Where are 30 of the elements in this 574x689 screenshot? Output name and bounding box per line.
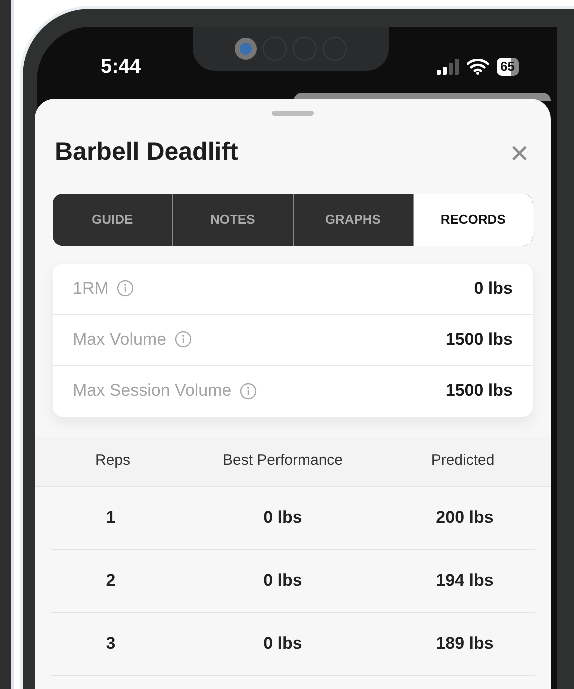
signal-icon	[436, 59, 459, 75]
close-button[interactable]: ×	[506, 136, 533, 169]
table-cell: 3	[106, 634, 116, 652]
column-header: Reps	[95, 452, 131, 469]
drag-handle[interactable]	[272, 111, 314, 116]
stat-value: 1500 lbs	[446, 380, 513, 402]
column-header: Predicted	[431, 452, 495, 469]
table-cell: 200 lbs	[436, 508, 494, 526]
stat-label: Max Volume	[73, 328, 167, 351]
info-icon[interactable]	[174, 331, 192, 348]
stat-value: 0 lbs	[474, 278, 513, 300]
tab[interactable]: RECORDS	[414, 194, 533, 246]
battery-indicator: 65	[496, 58, 519, 76]
stat-value: 1500 lbs	[446, 328, 513, 351]
stat-label: Max Session Volume	[73, 380, 232, 402]
clock-time: 5:44	[101, 55, 142, 80]
info-icon[interactable]	[116, 280, 134, 297]
table-cell: 0 lbs	[264, 508, 302, 526]
table-cell: 1	[106, 508, 116, 526]
wifi-icon	[466, 59, 489, 75]
table-cell: 0 lbs	[264, 570, 302, 590]
table-cell: 194 lbs	[436, 570, 494, 590]
table-cell: 0 lbs	[264, 634, 302, 652]
column-header: Best Performance	[222, 452, 344, 469]
table-cell: 189 lbs	[436, 634, 494, 652]
info-icon[interactable]	[240, 382, 257, 400]
sheet-title: Barbell Deadlift	[55, 137, 238, 168]
table-cell: 2	[106, 570, 116, 590]
stat-label: 1RM	[73, 278, 109, 300]
tab[interactable]: GUIDE	[53, 194, 174, 246]
